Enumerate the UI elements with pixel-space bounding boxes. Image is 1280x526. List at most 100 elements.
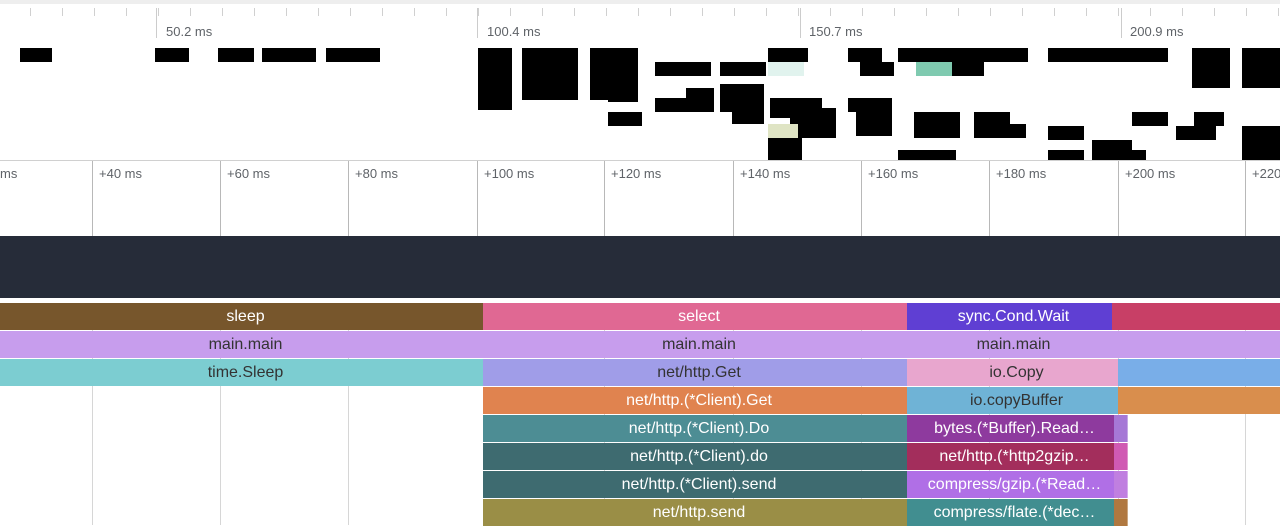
flame-frame-main-main[interactable]: main.main: [907, 331, 1121, 358]
overview-tick: [606, 8, 607, 16]
flame-frame-gzip-read[interactable]: compress/gzip.(*Read…: [907, 471, 1123, 498]
ruler-label: ms: [0, 166, 18, 181]
flame-frame-net-http-send[interactable]: net/http.send: [483, 499, 916, 526]
overview-tick: [1182, 8, 1183, 16]
overview-tick: [990, 8, 991, 16]
flame-frame-unlabeled[interactable]: [1118, 387, 1280, 414]
overview-major-tick: [477, 8, 478, 38]
overview-activity-block: [914, 112, 960, 138]
ruler-label: +200 ms: [1125, 166, 1176, 181]
flame-frame-unlabeled[interactable]: [1114, 471, 1128, 498]
flame-frame-net-http-get[interactable]: net/http.Get: [483, 359, 916, 386]
flame-frame-unlabeled[interactable]: [1118, 359, 1280, 386]
ruler-gridline: [1118, 161, 1119, 237]
flame-frame-unlabeled[interactable]: [1114, 415, 1128, 442]
overview-time-label: 50.2 ms: [166, 24, 213, 39]
ruler-gridline: [92, 161, 93, 237]
flame-frame-client-get[interactable]: net/http.(*Client).Get: [483, 387, 916, 414]
flame-frame-sleep[interactable]: sleep: [0, 303, 492, 330]
flame-frame-buffer-read[interactable]: bytes.(*Buffer).Read…: [907, 415, 1123, 442]
flame-frame-main-main[interactable]: main.main: [483, 331, 916, 358]
overview-activity-block: [655, 98, 687, 112]
overview-tick: [414, 8, 415, 16]
overview-time-label: 100.4 ms: [487, 24, 541, 39]
overview-tick: [350, 8, 351, 16]
overview-activity-block: [1194, 112, 1224, 126]
overview-activity-block: [564, 48, 578, 78]
overview-time-label: 150.7 ms: [809, 24, 863, 39]
flame-frame-main-main[interactable]: main.main: [0, 331, 492, 358]
flame-frame-io-copy[interactable]: io.Copy: [907, 359, 1127, 386]
overview-time-label: 200.9 ms: [1130, 24, 1184, 39]
flame-frame-client-do-lower[interactable]: net/http.(*Client).do: [483, 443, 916, 470]
overview-tick: [1118, 8, 1119, 16]
ruler-gridline: [220, 161, 221, 237]
flame-frame-sync-cond-wait[interactable]: sync.Cond.Wait: [907, 303, 1121, 330]
overview-activity-block: [1242, 48, 1280, 88]
time-ruler: ms +40 ms +60 ms +80 ms +100 ms +120 ms …: [0, 160, 1280, 237]
flame-frame-client-do[interactable]: net/http.(*Client).Do: [483, 415, 916, 442]
overview-activity-block: [1132, 112, 1168, 126]
overview-tick: [734, 8, 735, 16]
flame-frame-time-sleep[interactable]: time.Sleep: [0, 359, 492, 386]
overview-tick: [798, 8, 799, 16]
overview-activity-block: [898, 48, 958, 62]
overview-activity-block: [768, 124, 798, 138]
overview-tick: [1278, 8, 1279, 16]
overview-tick: [1022, 8, 1023, 16]
overview-tick: [254, 8, 255, 16]
overview-activity-block: [916, 62, 952, 76]
flame-frame-unlabeled[interactable]: [1112, 303, 1280, 330]
overview-tick: [158, 8, 159, 16]
overview-activity-block: [155, 48, 189, 62]
overview-tick: [766, 8, 767, 16]
flame-frame-unlabeled[interactable]: [1112, 331, 1280, 358]
overview-tick: [62, 8, 63, 16]
overview-tick: [382, 8, 383, 16]
ruler-gridline: [348, 161, 349, 237]
ruler-label: +220: [1252, 166, 1280, 181]
overview-activity-block: [848, 48, 882, 62]
track-band[interactable]: [0, 236, 1280, 298]
overview-activity-block: [1048, 126, 1084, 140]
overview-tick: [446, 8, 447, 16]
overview-tick: [830, 8, 831, 16]
ruler-gridline: [477, 161, 478, 237]
overview-activity-block: [856, 108, 892, 136]
overview-activity-block: [768, 62, 804, 76]
flame-frame-http2gzip[interactable]: net/http.(*http2gzip…: [907, 443, 1123, 470]
overview-activity-block: [720, 62, 766, 76]
overview-tick: [574, 8, 575, 16]
flame-frame-unlabeled[interactable]: [1114, 443, 1128, 470]
overview-activity-block: [655, 62, 711, 76]
overview-activity-block: [1192, 48, 1230, 88]
overview-activity-block: [218, 48, 254, 62]
flame-frame-unlabeled[interactable]: [1114, 499, 1128, 526]
ruler-label: +60 ms: [227, 166, 270, 181]
ruler-label: +180 ms: [996, 166, 1047, 181]
overview-major-tick: [1121, 8, 1122, 38]
overview-activity-block: [1242, 126, 1280, 164]
ruler-gridline: [733, 161, 734, 237]
flame-frame-select[interactable]: select: [483, 303, 916, 330]
overview-tick: [222, 8, 223, 16]
overview-activity-block: [952, 48, 1028, 62]
overview-tick: [1214, 8, 1215, 16]
overview-tick: [1150, 8, 1151, 16]
timeline-overview[interactable]: 50.2 ms 100.4 ms 150.7 ms 200.9 ms: [0, 0, 1280, 164]
flame-frame-io-copybuffer[interactable]: io.copyBuffer: [907, 387, 1127, 414]
ruler-gridline: [604, 161, 605, 237]
flame-frame-flate-dec[interactable]: compress/flate.(*dec…: [907, 499, 1123, 526]
overview-activity-block: [20, 48, 52, 62]
ruler-gridline: [1245, 161, 1246, 237]
overview-activity-block: [860, 62, 894, 76]
overview-major-tick: [156, 8, 157, 38]
ruler-label: +100 ms: [484, 166, 535, 181]
flame-graph[interactable]: sleep select sync.Cond.Wait main.main ma…: [0, 303, 1280, 526]
overview-tick: [94, 8, 95, 16]
flame-frame-client-send[interactable]: net/http.(*Client).send: [483, 471, 916, 498]
overview-tick: [638, 8, 639, 16]
overview-tick: [318, 8, 319, 16]
overview-tick: [926, 8, 927, 16]
overview-activity-block: [952, 62, 984, 76]
